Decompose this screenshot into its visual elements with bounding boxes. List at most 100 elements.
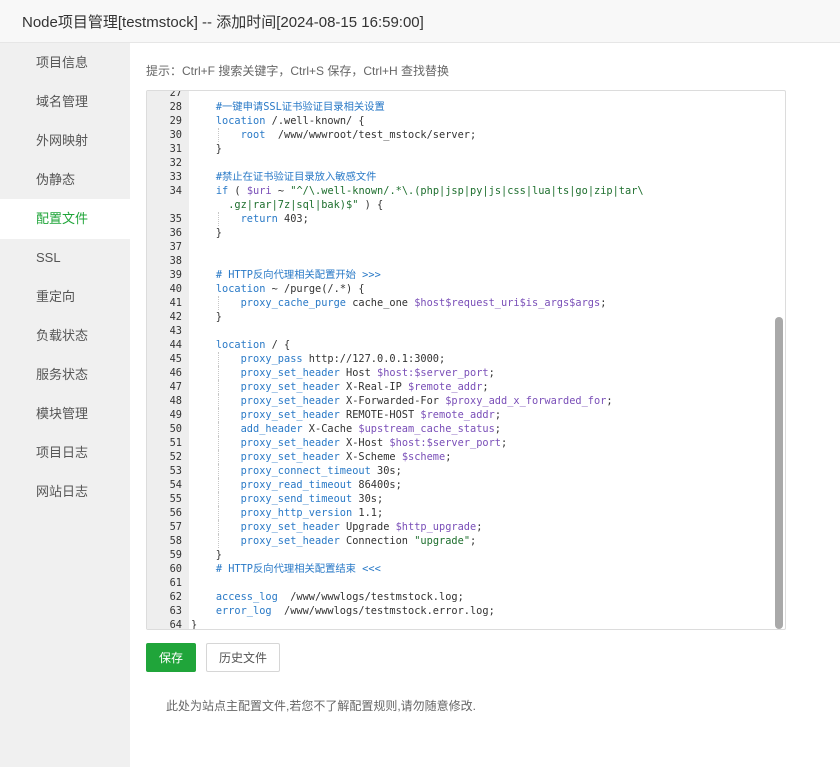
code-line[interactable]: 31 } (147, 142, 785, 156)
code-line[interactable]: 36 } (147, 226, 785, 240)
code-line[interactable]: 56 proxy_http_version 1.1; (147, 506, 785, 520)
code-line[interactable]: 35 return 403; (147, 212, 785, 226)
code-line[interactable]: 53 proxy_connect_timeout 30s; (147, 464, 785, 478)
code-line[interactable]: 38 (147, 254, 785, 268)
line-number: 53 (169, 465, 182, 477)
code-line[interactable]: 42 } (147, 310, 785, 324)
code-token: proxy_set_header (240, 451, 340, 463)
code-token: /www/wwwroot/test_mstock/server; (265, 129, 477, 141)
sidebar-item-project-log[interactable]: 项目日志 (0, 433, 130, 473)
code-token: ; (494, 423, 501, 435)
code-token: proxy_set_header (240, 409, 340, 421)
code-line[interactable]: 39 # HTTP反向代理相关配置开始 >>> (147, 268, 785, 282)
config-editor[interactable]: 27 28 #一键申请SSL证书验证目录相关设置 29 location /.wel… (146, 90, 786, 630)
code-text: proxy_set_header X-Forwarded-For $proxy_… (191, 394, 613, 408)
code-token: ; (488, 367, 495, 379)
code-line[interactable]: 29 location /.well-known/ { (147, 114, 785, 128)
code-line[interactable]: 54 proxy_read_timeout 86400s; (147, 478, 785, 492)
code-line[interactable]: 40 location ~ /purge(/.*) { (147, 282, 785, 296)
code-line[interactable]: 47 proxy_set_header X-Real-IP $remote_ad… (147, 380, 785, 394)
sidebar-item-service-status[interactable]: 服务状态 (0, 355, 130, 395)
code-line[interactable]: 60 # HTTP反向代理相关配置结束 <<< (147, 562, 785, 576)
save-button[interactable]: 保存 (146, 643, 196, 672)
code-line[interactable]: 44 location / { (147, 338, 785, 352)
indent-guide (217, 380, 219, 394)
history-files-button[interactable]: 历史文件 (206, 643, 280, 672)
code-token: location (215, 339, 266, 351)
code-line[interactable]: 63 error_log /www/wwwlogs/testmstock.err… (147, 604, 785, 618)
code-token: Upgrade (339, 521, 396, 533)
indent-guide (217, 366, 219, 380)
sidebar-item-rewrite[interactable]: 伪静态 (0, 160, 130, 200)
line-number: 58 (169, 535, 182, 547)
code-token: proxy_set_header (240, 437, 340, 449)
code-line[interactable]: 46 proxy_set_header Host $host:$server_p… (147, 366, 785, 380)
editor-scrollbar[interactable] (775, 91, 783, 629)
code-token: ; (445, 451, 452, 463)
code-line[interactable]: 34 if ( $uri ~ "^/\.well-known/.*\.(php|… (147, 184, 785, 198)
code-line[interactable]: 37 (147, 240, 785, 254)
sidebar-item-domain-management[interactable]: 域名管理 (0, 82, 130, 122)
line-number: 46 (169, 367, 182, 379)
sidebar-item-config-file[interactable]: 配置文件 (0, 199, 130, 239)
sidebar-item-external-mapping[interactable]: 外网映射 (0, 121, 130, 161)
indent-guide (217, 534, 219, 548)
sidebar-item-project-info[interactable]: 项目信息 (0, 43, 130, 83)
code-line[interactable]: 30 root /www/wwwroot/test_mstock/server; (147, 128, 785, 142)
indent-guide (217, 520, 219, 534)
code-line[interactable]: 32 (147, 156, 785, 170)
code-line[interactable]: 52 proxy_set_header X-Scheme $scheme; (147, 450, 785, 464)
code-line[interactable]: 59 } (147, 548, 785, 562)
sidebar-item-ssl[interactable]: SSL (0, 238, 130, 278)
code-token: ; (501, 437, 508, 449)
sidebar-item-load-status[interactable]: 负载状态 (0, 316, 130, 356)
code-token: $host$request_uri$is_args$args (414, 297, 601, 309)
code-line[interactable]: 57 proxy_set_header Upgrade $http_upgrad… (147, 520, 785, 534)
code-token: ; (600, 297, 607, 309)
code-token: proxy_set_header (240, 535, 340, 547)
code-line[interactable]: 45 proxy_pass http://127.0.0.1:3000; (147, 352, 785, 366)
code-text: proxy_set_header REMOTE-HOST $remote_add… (191, 408, 501, 422)
sidebar-item-redirect[interactable]: 重定向 (0, 277, 130, 317)
line-number: 47 (169, 381, 182, 393)
code-line[interactable]: 27 (147, 91, 785, 100)
code-line[interactable]: .gz|rar|7z|sql|bak)$" ) { (147, 198, 785, 212)
code-line[interactable]: 48 proxy_set_header X-Forwarded-For $pro… (147, 394, 785, 408)
line-number: 41 (169, 297, 182, 309)
editor-scrollbar-thumb[interactable] (775, 317, 783, 629)
code-token: } (191, 311, 222, 323)
line-number: 63 (169, 605, 182, 617)
indent-guide (217, 422, 219, 436)
code-lines[interactable]: 27 28 #一键申请SSL证书验证目录相关设置 29 location /.wel… (147, 91, 785, 630)
code-line[interactable]: 41 proxy_cache_purge cache_one $host$req… (147, 296, 785, 310)
code-token: cache_one (346, 297, 415, 309)
code-line[interactable]: 55 proxy_send_timeout 30s; (147, 492, 785, 506)
line-number: 64 (169, 619, 182, 630)
code-line[interactable]: 33 #禁止在证书验证目录放入敏感文件 (147, 170, 785, 184)
sidebar-item-site-log[interactable]: 网站日志 (0, 472, 130, 512)
config-warning-note: 此处为站点主配置文件,若您不了解配置规则,请勿随意修改. (166, 699, 477, 713)
line-number: 50 (169, 423, 182, 435)
code-line[interactable]: 62 access_log /www/wwwlogs/testmstock.lo… (147, 590, 785, 604)
code-line[interactable]: 64} (147, 618, 785, 630)
main-panel: 提示：Ctrl+F 搜索关键字，Ctrl+S 保存，Ctrl+H 查找替换 27… (130, 43, 840, 767)
line-number: 61 (169, 577, 182, 589)
line-number: 52 (169, 451, 182, 463)
code-line[interactable]: 61 (147, 576, 785, 590)
code-token: $remote_addr (408, 381, 483, 393)
line-number: 45 (169, 353, 182, 365)
code-text: add_header X-Cache $upstream_cache_statu… (191, 422, 501, 436)
code-line[interactable]: 28 #一键申请SSL证书验证目录相关设置 (147, 100, 785, 114)
code-token: add_header (240, 423, 303, 435)
code-line[interactable]: 50 add_header X-Cache $upstream_cache_st… (147, 422, 785, 436)
code-text: } (191, 142, 222, 156)
code-line[interactable]: 58 proxy_set_header Connection "upgrade"… (147, 534, 785, 548)
code-line[interactable]: 43 (147, 324, 785, 338)
code-line[interactable]: 51 proxy_set_header X-Host $host:$server… (147, 436, 785, 450)
sidebar-item-module-management[interactable]: 模块管理 (0, 394, 130, 434)
code-token: $scheme (401, 451, 446, 463)
code-line[interactable]: 49 proxy_set_header REMOTE-HOST $remote_… (147, 408, 785, 422)
